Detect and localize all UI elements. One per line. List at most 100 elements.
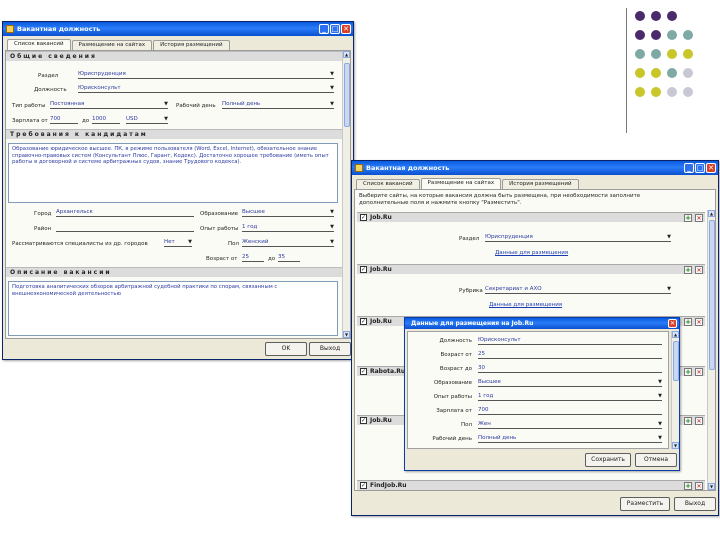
scrollbar-thumb[interactable] — [673, 341, 679, 381]
scroll-down-icon[interactable]: ▼ — [343, 331, 350, 338]
district-input[interactable] — [56, 224, 194, 232]
chevron-down-icon[interactable]: ▼ — [658, 379, 662, 386]
minimize-icon[interactable]: _ — [319, 24, 329, 34]
relocation-dropdown[interactable]: Нет ▼ — [164, 239, 192, 247]
minimize-icon[interactable]: _ — [684, 163, 694, 173]
experience-label: Опыт работы — [200, 226, 239, 232]
add-icon[interactable]: + — [684, 318, 692, 326]
chevron-down-icon[interactable]: ▼ — [667, 234, 671, 241]
dialog-field-value: 1 год — [478, 393, 494, 399]
maximize-icon[interactable]: □ — [695, 163, 705, 173]
add-icon[interactable]: + — [684, 482, 692, 490]
chevron-down-icon[interactable]: ▼ — [330, 71, 334, 78]
section-dropdown[interactable]: Юриспруденция ▼ — [78, 71, 334, 79]
add-icon[interactable]: + — [684, 368, 692, 376]
dialog-field-label: Образование — [433, 380, 472, 386]
chevron-down-icon[interactable]: ▼ — [330, 101, 334, 108]
scrollbar-thumb[interactable] — [709, 220, 715, 370]
workday-dropdown[interactable]: Полный день ▼ — [222, 101, 334, 109]
vertical-scrollbar[interactable]: ▲ ▼ — [671, 331, 679, 449]
scrollbar-thumb[interactable] — [344, 63, 350, 127]
chevron-down-icon[interactable]: ▼ — [658, 435, 662, 442]
close-icon[interactable]: ✕ — [706, 163, 716, 173]
chevron-down-icon[interactable]: ▼ — [330, 224, 334, 231]
dialog-titlebar[interactable]: Данные для размещения на Job.Ru ✕ — [405, 318, 679, 329]
remove-icon[interactable]: ✕ — [695, 318, 703, 326]
age-from-input[interactable]: 25 — [242, 254, 264, 262]
scroll-up-icon[interactable]: ▲ — [708, 210, 715, 217]
add-icon[interactable]: + — [684, 266, 692, 274]
dialog-field-input[interactable]: 30 — [478, 365, 662, 373]
site-checkbox[interactable]: ✓ — [360, 417, 367, 424]
dialog-field-input[interactable]: Юрисконсульт — [478, 337, 662, 345]
tab-site-placement[interactable]: Размещение на сайтах — [420, 178, 502, 189]
salary-to-input[interactable]: 1000 — [92, 116, 120, 124]
scroll-up-icon[interactable]: ▲ — [672, 331, 679, 338]
site-checkbox[interactable]: ✓ — [360, 368, 367, 375]
age-to-input[interactable]: 35 — [278, 254, 300, 262]
chevron-down-icon[interactable]: ▼ — [164, 116, 168, 123]
schedule-dropdown[interactable]: Постоянная ▼ — [50, 101, 168, 109]
city-input[interactable]: Архангельск — [56, 209, 194, 217]
chevron-down-icon[interactable]: ▼ — [164, 101, 168, 108]
site-field-dropdown[interactable]: Секретариат и АХО ▼ — [485, 286, 671, 294]
place-button[interactable]: Разместить — [620, 497, 670, 511]
chevron-down-icon[interactable]: ▼ — [330, 239, 334, 246]
vertical-scrollbar[interactable]: ▲ ▼ — [342, 51, 350, 338]
dialog-field-input[interactable]: 25 — [478, 351, 662, 359]
window-titlebar[interactable]: Вакантная должность _ □ ✕ — [352, 161, 718, 175]
remove-icon[interactable]: ✕ — [695, 266, 703, 274]
dialog-field-value: Полный день — [478, 435, 517, 441]
experience-dropdown[interactable]: 1 год ▼ — [242, 224, 334, 232]
currency-dropdown[interactable]: USD ▼ — [126, 116, 168, 124]
exit-button[interactable]: Выход — [674, 497, 716, 511]
tab-vacancy-list[interactable]: Список вакансий — [7, 39, 71, 50]
tab-vacancy-list[interactable]: Список вакансий — [356, 179, 420, 189]
chevron-down-icon[interactable]: ▼ — [667, 286, 671, 293]
cancel-button[interactable]: Отмена — [635, 453, 677, 467]
dialog-field-input[interactable]: 700 — [478, 407, 662, 415]
remove-icon[interactable]: ✕ — [695, 417, 703, 425]
chevron-down-icon[interactable]: ▼ — [658, 421, 662, 428]
site-checkbox[interactable]: ✓ — [360, 318, 367, 325]
chevron-down-icon[interactable]: ▼ — [188, 239, 192, 246]
close-icon[interactable]: ✕ — [668, 319, 677, 328]
chevron-down-icon[interactable]: ▼ — [330, 209, 334, 216]
scroll-down-icon[interactable]: ▼ — [672, 442, 679, 449]
dialog-field-dropdown[interactable]: Жен ▼ — [478, 421, 662, 429]
remove-icon[interactable]: ✕ — [695, 482, 703, 490]
dialog-field-dropdown[interactable]: 1 год ▼ — [478, 393, 662, 401]
ok-button[interactable]: OK — [265, 342, 307, 356]
site-checkbox[interactable]: ✓ — [360, 266, 367, 273]
description-textarea[interactable]: Подготовка аналитических обзоров арбитра… — [8, 281, 338, 336]
dialog-field-dropdown[interactable]: Полный день ▼ — [478, 435, 662, 443]
remove-icon[interactable]: ✕ — [695, 214, 703, 222]
scroll-down-icon[interactable]: ▼ — [708, 483, 715, 490]
placement-data-link[interactable]: Данные для размещения — [489, 302, 562, 308]
maximize-icon[interactable]: □ — [330, 24, 340, 34]
add-icon[interactable]: + — [684, 417, 692, 425]
add-icon[interactable]: + — [684, 214, 692, 222]
site-field-dropdown[interactable]: Юриспруденция ▼ — [485, 234, 671, 242]
close-icon[interactable]: ✕ — [341, 24, 351, 34]
placement-data-link[interactable]: Данные для размещения — [495, 250, 568, 256]
site-checkbox[interactable]: ✓ — [360, 482, 367, 489]
site-checkbox[interactable]: ✓ — [360, 214, 367, 221]
salary-from-input[interactable]: 700 — [50, 116, 78, 124]
requirements-textarea[interactable]: Образование юридическое высшее. ПК, в ре… — [8, 143, 338, 203]
save-button[interactable]: Сохранить — [585, 453, 631, 467]
sex-dropdown[interactable]: Женский ▼ — [242, 239, 334, 247]
chevron-down-icon[interactable]: ▼ — [658, 393, 662, 400]
tab-placement-history[interactable]: История размещений — [502, 179, 579, 189]
tab-placement-history[interactable]: История размещений — [153, 40, 230, 50]
position-dropdown[interactable]: Юрисконсульт ▼ — [78, 85, 334, 93]
dialog-field-dropdown[interactable]: Высшее ▼ — [478, 379, 662, 387]
vertical-scrollbar[interactable]: ▲ ▼ — [707, 210, 715, 490]
exit-button[interactable]: Выход — [309, 342, 351, 356]
scroll-up-icon[interactable]: ▲ — [343, 51, 350, 58]
tab-site-placement[interactable]: Размещение на сайтах — [71, 40, 153, 50]
remove-icon[interactable]: ✕ — [695, 368, 703, 376]
chevron-down-icon[interactable]: ▼ — [330, 85, 334, 92]
window-titlebar[interactable]: Вакантная должность _ □ ✕ — [3, 22, 353, 36]
education-dropdown[interactable]: Высшее ▼ — [242, 209, 334, 217]
